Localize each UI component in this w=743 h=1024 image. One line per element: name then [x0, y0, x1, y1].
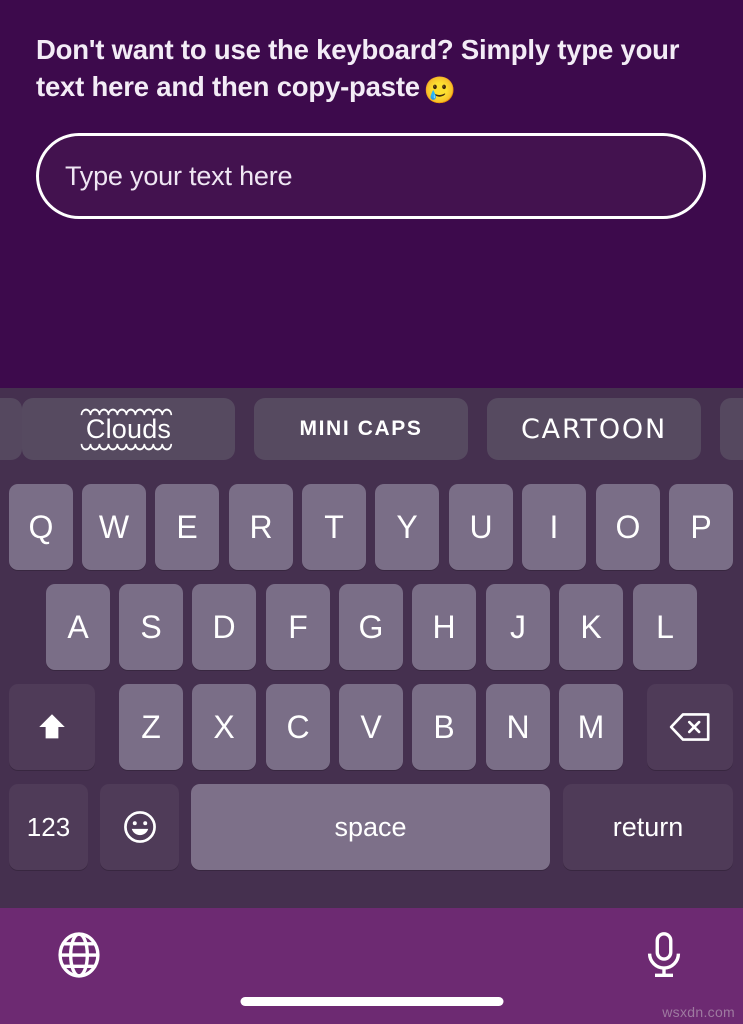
style-chip-partial-left[interactable] [0, 398, 22, 460]
keyboard-row-1: Q W E R T Y U I O P [0, 484, 743, 570]
text-input-placeholder: Type your text here [65, 160, 293, 191]
key-c[interactable]: C [266, 684, 330, 770]
keyboard-row-2: A S D F G H J K L [0, 584, 743, 670]
backspace-icon [669, 713, 710, 741]
key-v[interactable]: V [339, 684, 403, 770]
font-style-suggestion-bar: Clouds MINI CAPS CARTOON [0, 388, 743, 470]
key-u[interactable]: U [449, 484, 513, 570]
key-f[interactable]: F [266, 584, 330, 670]
backspace-key[interactable] [647, 684, 733, 770]
globe-key[interactable] [52, 928, 106, 982]
key-y[interactable]: Y [375, 484, 439, 570]
dictation-key[interactable] [637, 928, 691, 982]
key-x[interactable]: X [192, 684, 256, 770]
key-p[interactable]: P [669, 484, 733, 570]
key-w[interactable]: W [82, 484, 146, 570]
space-key[interactable]: space [191, 784, 550, 870]
text-input-field[interactable]: Type your text here [36, 133, 706, 219]
style-chip-cartoon[interactable]: CARTOON [487, 398, 701, 460]
style-chip-mini-caps[interactable]: MINI CAPS [254, 398, 468, 460]
microphone-icon [647, 932, 681, 977]
smiling-face-with-tear-icon: 🥲 [423, 74, 457, 105]
phone-screen: Don't want to use the keyboard? Simply t… [0, 0, 743, 1024]
keyboard-bottom-bar: wsxdn.com [0, 908, 743, 1024]
globe-icon [58, 932, 100, 978]
key-q[interactable]: Q [9, 484, 73, 570]
key-e[interactable]: E [155, 484, 219, 570]
key-g[interactable]: G [339, 584, 403, 670]
key-n[interactable]: N [486, 684, 550, 770]
style-chip-cartoon-label: CARTOON [521, 413, 667, 445]
shift-key[interactable] [9, 684, 95, 770]
key-l[interactable]: L [633, 584, 697, 670]
key-z[interactable]: Z [119, 684, 183, 770]
style-chip-mini-caps-label: MINI CAPS [299, 417, 423, 440]
key-a[interactable]: A [46, 584, 110, 670]
key-r[interactable]: R [229, 484, 293, 570]
key-b[interactable]: B [412, 684, 476, 770]
cloud-decoration-top-icon [80, 408, 172, 415]
key-d[interactable]: D [192, 584, 256, 670]
key-s[interactable]: S [119, 584, 183, 670]
key-m[interactable]: M [559, 684, 623, 770]
cloud-decoration-bottom-icon [80, 443, 172, 450]
app-content-area: Don't want to use the keyboard? Simply t… [0, 0, 743, 388]
key-k[interactable]: K [559, 584, 623, 670]
key-h[interactable]: H [412, 584, 476, 670]
prompt-text: Don't want to use the keyboard? Simply t… [36, 32, 708, 107]
on-screen-keyboard: Clouds MINI CAPS CARTOON Q W E R T Y U I… [0, 388, 743, 908]
key-t[interactable]: T [302, 484, 366, 570]
watermark-text: wsxdn.com [662, 1004, 735, 1020]
key-j[interactable]: J [486, 584, 550, 670]
emoji-key[interactable] [100, 784, 179, 870]
keyboard-row-4: 123 space return [0, 784, 743, 870]
style-chip-clouds-label: Clouds [80, 408, 172, 450]
keyboard-row-3: Z X C V B N M [0, 684, 743, 770]
style-chip-partial-right[interactable] [720, 398, 743, 460]
key-i[interactable]: I [522, 484, 586, 570]
key-o[interactable]: O [596, 484, 660, 570]
numbers-key[interactable]: 123 [9, 784, 88, 870]
smiley-icon [123, 811, 156, 843]
style-chip-clouds[interactable]: Clouds [22, 398, 235, 460]
shift-arrow-icon [39, 714, 65, 739]
return-key[interactable]: return [563, 784, 733, 870]
home-indicator[interactable] [240, 997, 503, 1006]
prompt-text-label: Don't want to use the keyboard? Simply t… [36, 34, 680, 102]
